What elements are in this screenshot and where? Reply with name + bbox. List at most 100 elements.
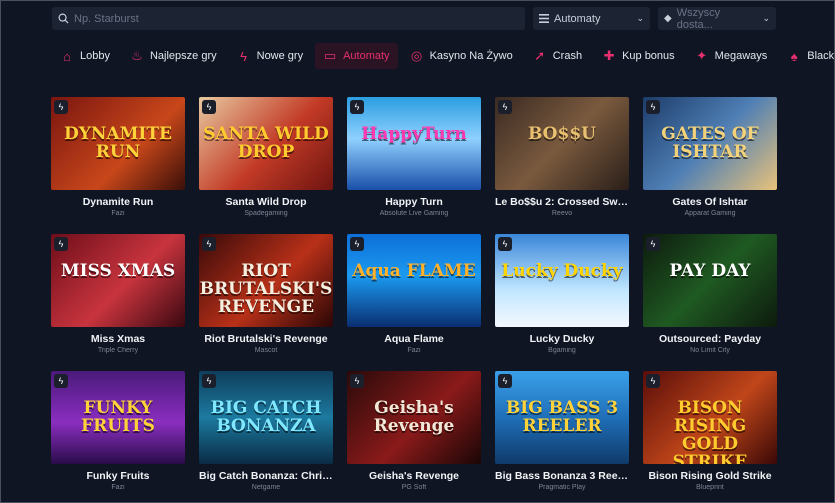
list-icon [539,14,549,23]
game-title[interactable]: Santa Wild Drop [199,196,333,208]
game-thumbnail[interactable]: ϟ Lucky Ducky [495,234,629,327]
game-provider: PG Soft [401,484,427,491]
game-logo-art: Aqua FLAME [352,261,476,281]
lightning-icon: ϟ [350,374,364,388]
tab-label: Kup bonus [622,50,675,62]
game-card[interactable]: ϟ MISS XMAS Miss Xmas Triple Cherry [51,234,185,359]
chevron-down-icon: ⌄ [636,13,644,23]
game-provider: Mascot [254,347,278,354]
lightning-icon: ϟ [498,100,512,114]
game-provider: Bgaming [548,347,576,354]
game-title[interactable]: Funky Fruits [51,470,185,482]
game-title[interactable]: Geisha's Revenge [347,470,481,482]
game-title[interactable]: Dynamite Run [51,196,185,208]
game-card[interactable]: ϟ FUNKY FRUITS Funky Fruits Fazi [51,371,185,496]
game-card[interactable]: ϟ BIG CATCH BONANZA Big Catch Bonanza: Chr… [199,371,333,496]
search-placeholder: Np. Starburst [74,12,139,25]
game-logo-art: BIG CATCH BONANZA [210,398,322,436]
cards-icon: ♠ [790,48,798,64]
tab-label: Crash [552,50,583,62]
game-logo-art: Lucky Ducky [501,261,623,281]
game-thumbnail[interactable]: ϟ BO$$U [495,97,629,190]
game-card[interactable]: ϟ Lucky Ducky Lucky Ducky Bgaming [495,234,629,359]
game-thumbnail[interactable]: ϟ Aqua FLAME [347,234,481,327]
lightning-icon: ϟ [646,237,660,251]
game-thumbnail[interactable]: ϟ SANTA WILD DROP [199,97,333,190]
game-title[interactable]: Outsourced: Payday [643,333,777,345]
tab-najlepsze-gry[interactable]: ♨ Najlepsze gry [122,43,225,69]
game-provider: Fazi [111,484,125,491]
game-card[interactable]: ϟ DYNAMITE RUN Dynamite Run Fazi [51,97,185,222]
tab-label: Najlepsze gry [149,50,217,62]
game-logo-art: BO$$U [528,124,596,144]
game-card[interactable]: ϟ Geisha's Revenge Geisha's Revenge PG Soft [347,371,481,496]
game-title[interactable]: Le Bo$$u 2: Crossed Swords [495,196,629,208]
game-provider: Spadegaming [244,210,288,217]
game-thumbnail[interactable]: ϟ MISS XMAS [51,234,185,327]
game-provider: Netgame [251,484,281,491]
game-thumbnail[interactable]: ϟ BISON RISING GOLD STRIKE [643,371,777,464]
gift-icon: ✚ [603,48,615,63]
tab-blackjac[interactable]: ♠ Blackjac [779,43,835,69]
game-thumbnail[interactable]: ϟ GATES OF ISHTAR [643,97,777,190]
tab-label: Automaty [343,50,390,62]
game-card[interactable]: ϟ RIOT BRUTALSKI'S REVENGE Riot Brutalski'… [199,234,333,359]
home-icon: ⌂ [63,48,71,64]
game-card[interactable]: ϟ BISON RISING GOLD STRIKE Bison Rising Go… [643,371,777,496]
tab-label: Lobby [80,50,110,62]
game-title[interactable]: Happy Turn [347,196,481,208]
tab-automaty[interactable]: ▭ Automaty [315,43,398,69]
game-card[interactable]: ϟ SANTA WILD DROP Santa Wild Drop Spadegami… [199,97,333,222]
game-provider: Pragmatic Play [538,484,586,491]
game-thumbnail[interactable]: ϟ BIG CATCH BONANZA [199,371,333,464]
provider-select[interactable]: ◆ Wszyscy dosta... ⌄ [658,7,776,31]
game-logo-art: BIG BASS 3 REELER [505,398,619,436]
tab-nowe-gry[interactable]: ϟ Nowe gry [229,43,311,69]
lightning-icon: ϟ [646,100,660,114]
tab-kup-bonus[interactable]: ✚ Kup bonus [594,43,683,69]
game-card[interactable]: ϟ BO$$U Le Bo$$u 2: Crossed Swords Reevo [495,97,629,222]
tab-crash[interactable]: ➚ Crash [525,43,590,69]
game-thumbnail[interactable]: ϟ RIOT BRUTALSKI'S REVENGE [199,234,333,327]
game-thumbnail[interactable]: ϟ PAY DAY [643,234,777,327]
filter-bar: Np. Starburst Automaty ⌄ ◆ Wszyscy dosta… [52,7,776,31]
game-provider: Apparat Gaming [684,210,736,217]
game-logo-art: MISS XMAS [60,261,176,281]
game-logo-art: HappyTurn [361,124,467,144]
flame-icon: ♨ [131,48,143,63]
game-provider: Fazi [407,347,421,354]
tab-lobby[interactable]: ⌂ Lobby [52,43,118,69]
lightning-icon: ϟ [54,237,68,251]
game-title[interactable]: Aqua Flame [347,333,481,345]
game-logo-art: FUNKY FRUITS [81,398,155,436]
game-card[interactable]: ϟ GATES OF ISHTAR Gates Of Ishtar Apparat G… [643,97,777,222]
lightning-icon: ϟ [54,374,68,388]
game-thumbnail[interactable]: ϟ HappyTurn [347,97,481,190]
tab-kasyno-na-ywo[interactable]: ◎ Kasyno Na Żywo [402,43,521,69]
game-thumbnail[interactable]: ϟ Geisha's Revenge [347,371,481,464]
game-thumbnail[interactable]: ϟ DYNAMITE RUN [51,97,185,190]
game-title[interactable]: Riot Brutalski's Revenge [199,333,333,345]
rocket-icon: ➚ [534,48,546,63]
sort-select[interactable]: Automaty ⌄ [533,7,650,30]
tab-megaways[interactable]: ✦ Megaways [687,43,776,69]
game-logo-art: DYNAMITE RUN [64,124,172,162]
game-card[interactable]: ϟ HappyTurn Happy Turn Absolute Live Gaming [347,97,481,222]
game-title[interactable]: Lucky Ducky [495,333,629,345]
game-title[interactable]: Miss Xmas [51,333,185,345]
game-card[interactable]: ϟ PAY DAY Outsourced: Payday No Limit City [643,234,777,359]
game-thumbnail[interactable]: ϟ BIG BASS 3 REELER [495,371,629,464]
game-card[interactable]: ϟ Aqua FLAME Aqua Flame Fazi [347,234,481,359]
tab-label: Nowe gry [256,50,304,62]
game-logo-art: BISON RISING GOLD STRIKE [672,398,748,464]
game-logo-art: Geisha's Revenge [373,398,455,436]
game-title[interactable]: Big Catch Bonanza: Christ… [199,470,333,482]
game-card[interactable]: ϟ BIG BASS 3 REELER Big Bass Bonanza 3 Ree… [495,371,629,496]
game-title[interactable]: Big Bass Bonanza 3 Reeler [495,470,629,482]
game-thumbnail[interactable]: ϟ FUNKY FRUITS [51,371,185,464]
game-title[interactable]: Bison Rising Gold Strike [643,470,777,482]
game-title[interactable]: Gates Of Ishtar [643,196,777,208]
search-input[interactable]: Np. Starburst [52,7,525,30]
search-icon [58,13,69,24]
game-logo-art: RIOT BRUTALSKI'S REVENGE [199,261,333,317]
